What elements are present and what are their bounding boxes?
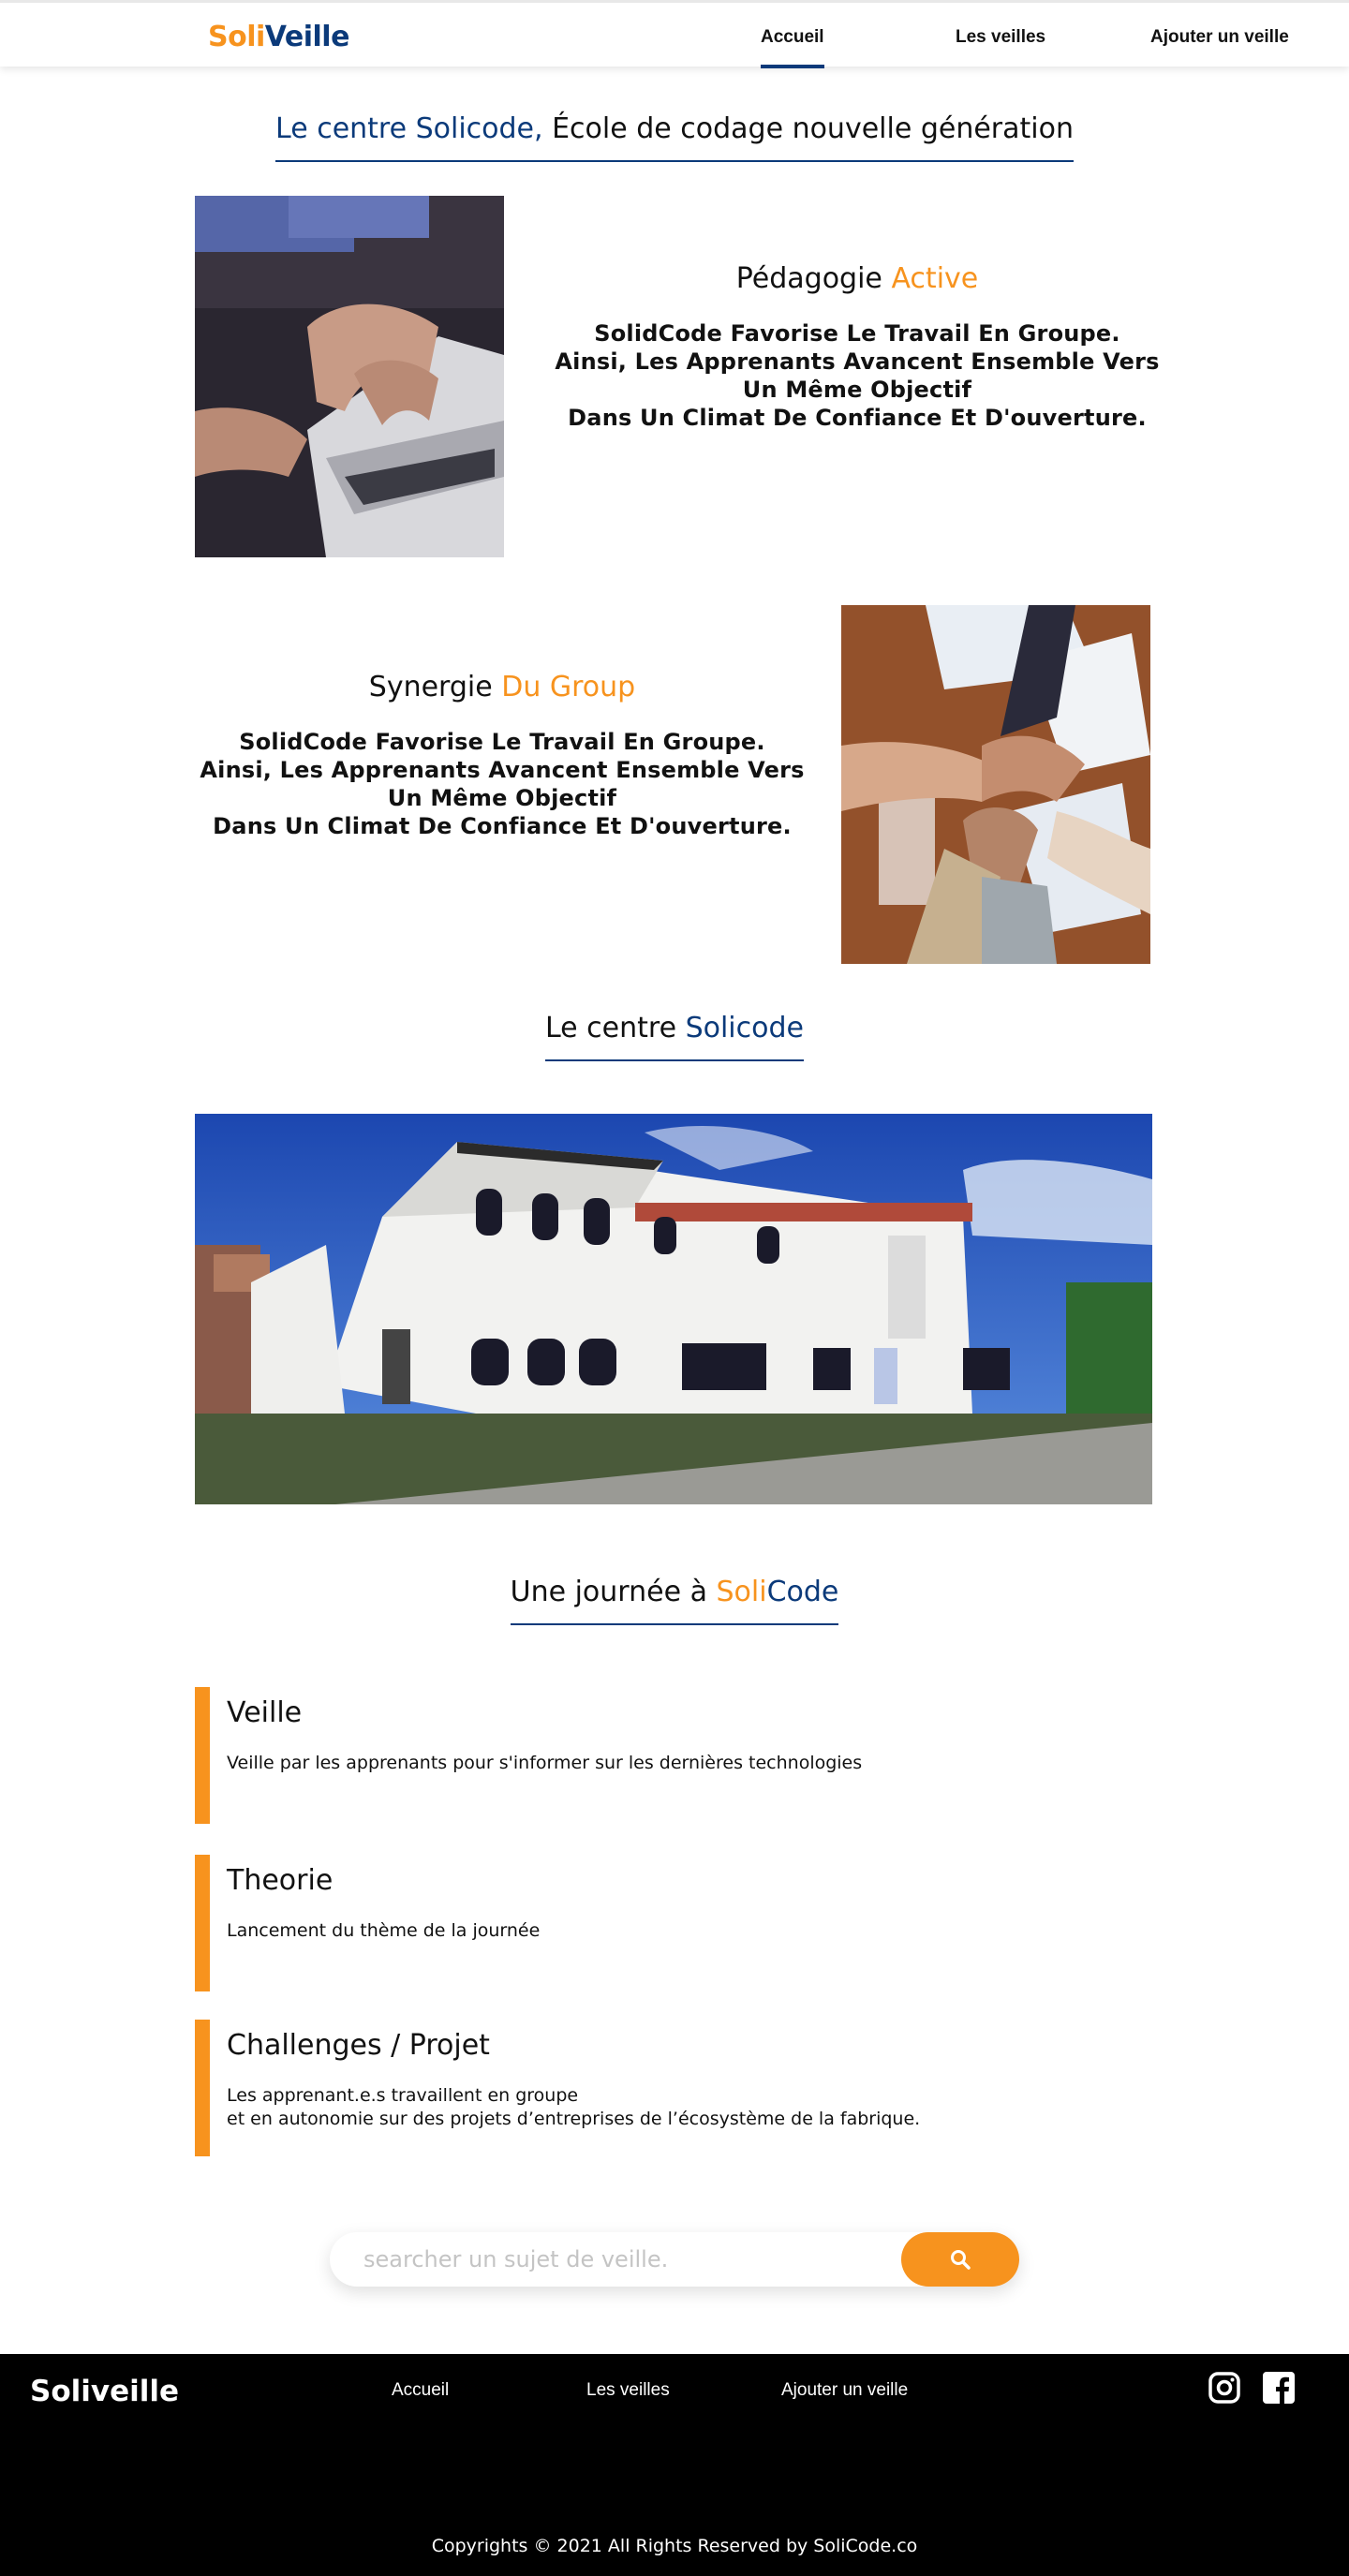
card-text: Veille par les apprenants pour s'informe… — [227, 1752, 1038, 1775]
search-icon — [951, 2250, 971, 2270]
journee-card-challenges: Challenges / Projet Les apprenant.e.s tr… — [195, 2020, 1038, 2156]
synergie-title-main: Synergie — [368, 671, 502, 703]
centre-heading-main: Le centre — [545, 1012, 686, 1044]
synergie-title: Synergie Du Group — [197, 671, 808, 703]
synergie-line: Un Même Objectif — [387, 785, 617, 811]
pedagogie-title-accent: Active — [891, 262, 979, 295]
card-text: Lancement du thème de la journée — [227, 1919, 1038, 1943]
footer-logo[interactable]: Soliveille — [30, 2375, 179, 2408]
solicode-building-photo — [195, 1114, 1152, 1504]
team-hands-photo — [841, 605, 1150, 964]
top-navbar: SoliVeille Accueil Les veilles Ajouter u… — [0, 0, 1349, 68]
logo-part-soli: Soli — [208, 21, 265, 53]
card-line: et en autonomie sur des projets d’entrep… — [227, 2109, 921, 2129]
card-text: Les apprenant.e.s travaillent en groupe e… — [227, 2084, 1038, 2131]
copyright-text: Copyrights © 2021 All Rights Reserved by… — [431, 2536, 918, 2556]
site-logo[interactable]: SoliVeille — [208, 21, 349, 53]
card-title: Theorie — [227, 1864, 334, 1897]
intro-heading-accent: Le centre Solicode, — [275, 112, 543, 145]
centre-heading-accent: Solicode — [685, 1012, 804, 1044]
search-button[interactable] — [901, 2232, 1019, 2287]
pedagogie-line: Un Même Objectif — [742, 377, 972, 403]
logo-part-veille: Veille — [264, 21, 350, 53]
card-line: Lancement du thème de la journée — [227, 1920, 541, 1941]
pedagogie-line: Dans Un Climat De Confiance Et D'ouvertu… — [568, 405, 1147, 431]
card-line: Veille par les apprenants pour s'informe… — [227, 1753, 863, 1773]
instagram-icon[interactable] — [1208, 2372, 1240, 2404]
journee-card-veille: Veille Veille par les apprenants pour s'… — [195, 1687, 1038, 1824]
footer-link-ajouter-veille[interactable]: Ajouter un veille — [781, 2380, 908, 2401]
search-input[interactable] — [363, 2245, 888, 2273]
journee-heading-code: Code — [766, 1576, 839, 1608]
journee-heading-main: Une journée à — [510, 1576, 717, 1608]
synergie-line: Ainsi, Les Apprenants Avancent Ensemble … — [200, 757, 805, 783]
synergie-line: Dans Un Climat De Confiance Et D'ouvertu… — [213, 813, 792, 839]
synergie-line: SolidCode Favorise Le Travail En Groupe. — [239, 729, 765, 755]
journee-heading: Une journée à SoliCode — [0, 1576, 1349, 1625]
footer-link-les-veilles[interactable]: Les veilles — [586, 2380, 670, 2401]
journee-heading-soli: Soli — [716, 1576, 767, 1608]
intro-heading: Le centre Solicode, École de codage nouv… — [0, 112, 1349, 162]
pedagogie-line: SolidCode Favorise Le Travail En Groupe. — [594, 320, 1120, 347]
nav-les-veilles[interactable]: Les veilles — [956, 27, 1045, 48]
synergie-title-accent: Du Group — [501, 671, 636, 703]
intro-heading-rest: École de codage nouvelle génération — [542, 112, 1074, 145]
pedagogie-block: Pédagogie Active SolidCode Favorise Le T… — [553, 262, 1162, 432]
facebook-icon[interactable] — [1263, 2372, 1295, 2404]
footer-link-accueil[interactable]: Accueil — [392, 2380, 449, 2401]
nav-accueil[interactable]: Accueil — [761, 27, 824, 68]
pedagogie-line: Ainsi, Les Apprenants Avancent Ensemble … — [555, 348, 1160, 375]
nav-ajouter-veille[interactable]: Ajouter un veille — [1150, 27, 1289, 48]
card-line: Les apprenant.e.s travaillent en groupe — [227, 2085, 579, 2106]
synergie-block: Synergie Du Group SolidCode Favorise Le … — [197, 671, 808, 840]
laptop-photo — [195, 196, 504, 557]
card-title: Veille — [227, 1696, 303, 1729]
search-bar — [330, 2232, 1019, 2287]
site-footer: Soliveille Accueil Les veilles Ajouter u… — [0, 2354, 1349, 2576]
pedagogie-title-main: Pédagogie — [735, 262, 892, 295]
pedagogie-text: SolidCode Favorise Le Travail En Groupe.… — [553, 319, 1162, 432]
pedagogie-title: Pédagogie Active — [553, 262, 1162, 295]
centre-heading: Le centre Solicode — [0, 1012, 1349, 1061]
journee-card-theorie: Theorie Lancement du thème de la journée — [195, 1855, 1038, 1991]
synergie-text: SolidCode Favorise Le Travail En Groupe.… — [197, 728, 808, 840]
card-title: Challenges / Projet — [227, 2029, 490, 2062]
